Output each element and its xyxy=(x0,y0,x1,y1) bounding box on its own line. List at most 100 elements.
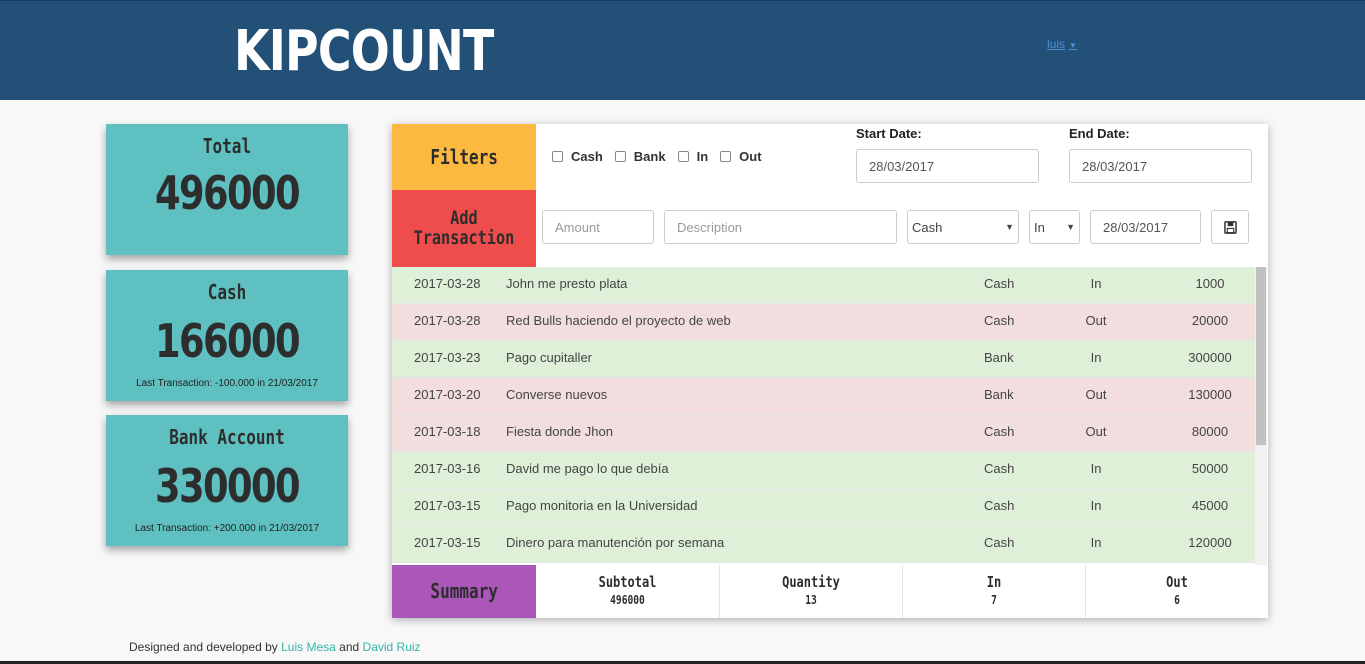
filter-bank-label: Bank xyxy=(633,149,666,164)
cash-card-last-transaction: Last Transaction: -100.000 in 21/03/2017 xyxy=(136,378,318,389)
dropdown-arrow-icon: ▼ xyxy=(1066,222,1075,232)
summary-in: In 7 xyxy=(902,565,1085,618)
dropdown-arrow-icon: ▼ xyxy=(1005,222,1014,232)
summary-subtotal-value: 496000 xyxy=(610,593,645,607)
filter-cash-checkbox[interactable] xyxy=(552,151,563,162)
table-row[interactable]: 2017-03-23 Pago cupitaller Bank In 300000 xyxy=(392,341,1255,378)
save-button[interactable] xyxy=(1211,210,1249,244)
table-row[interactable]: 2017-03-16 David me pago lo que debía Cash… xyxy=(392,452,1255,489)
footer-joiner: and xyxy=(335,640,363,654)
user-menu[interactable]: luis ▼ xyxy=(1047,37,1077,51)
row-direction: Out xyxy=(1085,387,1107,402)
table-row[interactable]: 2017-03-18 Fiesta donde Jhon Cash Out 80000 xyxy=(392,415,1255,452)
row-amount: 130000 xyxy=(1188,387,1232,402)
row-amount: 50000 xyxy=(1191,461,1229,476)
bank-card-last-transaction: Last Transaction: +200.000 in 21/03/2017 xyxy=(134,523,320,534)
start-date-label: Start Date: xyxy=(856,126,922,141)
row-description: Fiesta donde Jhon xyxy=(506,424,613,439)
row-amount: 80000 xyxy=(1191,424,1229,439)
summary-out: Out 6 xyxy=(1085,565,1268,618)
description-input[interactable]: Description xyxy=(664,210,897,244)
direction-select-value: In xyxy=(1034,219,1045,235)
summary-quantity-value: 13 xyxy=(805,593,817,607)
summary-label: Summary xyxy=(392,565,536,618)
top-header: KIPCOUNT luis ▼ xyxy=(0,0,1365,100)
row-description: Converse nuevos xyxy=(506,387,608,402)
total-card-title: Total xyxy=(202,134,252,158)
table-row[interactable]: 2017-03-28 John me presto plata Cash In 1000 xyxy=(392,267,1255,304)
row-direction: In xyxy=(1090,498,1102,513)
row-source: Cash xyxy=(984,498,1015,513)
start-date-input[interactable]: 28/03/2017 xyxy=(856,149,1039,183)
cash-card-title: Cash xyxy=(207,280,247,304)
cash-card-value: 166000 xyxy=(154,314,301,368)
row-amount: 45000 xyxy=(1191,498,1229,513)
bank-card: Bank Account 330000 Last Transaction: +2… xyxy=(106,415,348,546)
summary-in-value: 7 xyxy=(991,593,997,607)
bank-card-value: 330000 xyxy=(154,459,301,513)
summary-subtotal-label: Subtotal xyxy=(598,573,657,591)
summary-in-label: In xyxy=(986,573,1002,591)
total-card: Total 496000 xyxy=(106,124,348,255)
table-row[interactable]: 2017-03-15 Dinero para manutención por se… xyxy=(392,526,1255,563)
total-card-value: 496000 xyxy=(154,166,301,220)
table-scrollbar-thumb[interactable] xyxy=(1256,267,1266,445)
row-description: John me presto plata xyxy=(506,276,628,291)
summary-subtotal: Subtotal 496000 xyxy=(536,565,719,618)
cash-card: Cash 166000 Last Transaction: -100.000 i… xyxy=(106,270,348,401)
row-source: Bank xyxy=(984,387,1014,402)
amount-input[interactable]: Amount xyxy=(542,210,654,244)
transactions-panel: Filters Cash Bank In Out Start Date: 28/… xyxy=(392,124,1268,618)
summary-quantity-label: Quantity xyxy=(782,573,840,591)
row-description: Pago monitoria en la Universidad xyxy=(506,498,698,513)
add-transaction-label: Add Transaction xyxy=(392,190,536,267)
row-source: Cash xyxy=(984,313,1015,328)
table-row[interactable]: 2017-03-15 Pago monitoria en la Universid… xyxy=(392,489,1255,526)
author-link-luis[interactable]: Luis Mesa xyxy=(281,640,336,654)
row-description: Dinero para manutención por semana xyxy=(506,535,725,550)
table-row[interactable]: 2017-03-28 Red Bulls haciendo el proyecto… xyxy=(392,304,1255,341)
filter-in-checkbox[interactable] xyxy=(677,151,689,162)
footer-credits: Designed and developed by Luis Mesa and … xyxy=(129,640,421,654)
source-select-value: Cash xyxy=(912,219,943,235)
row-description: Red Bulls haciendo el proyecto de web xyxy=(506,313,731,328)
row-source: Cash xyxy=(984,535,1015,550)
table-scrollbar[interactable] xyxy=(1255,267,1267,565)
end-date-label: End Date: xyxy=(1069,126,1130,141)
row-date: 2017-03-18 xyxy=(414,424,481,439)
filter-bank-checkbox[interactable] xyxy=(614,151,626,162)
row-description: Pago cupitaller xyxy=(506,350,592,365)
filter-in-label: In xyxy=(696,149,709,164)
floppy-disk-icon xyxy=(1223,220,1237,234)
table-row[interactable]: 2017-03-20 Converse nuevos Bank Out 130000 xyxy=(392,378,1255,415)
summary-out-label: Out xyxy=(1166,573,1188,591)
row-date: 2017-03-20 xyxy=(414,387,481,402)
row-date: 2017-03-15 xyxy=(414,498,481,513)
filter-out[interactable]: Out xyxy=(720,149,762,164)
row-source: Bank xyxy=(984,350,1014,365)
row-amount: 20000 xyxy=(1191,313,1229,328)
filter-bank[interactable]: Bank xyxy=(614,149,666,164)
source-select[interactable]: Cash ▼ xyxy=(907,210,1019,244)
direction-select[interactable]: In ▼ xyxy=(1029,210,1080,244)
row-date: 2017-03-15 xyxy=(414,535,481,550)
row-source: Cash xyxy=(984,424,1015,439)
user-name[interactable]: luis xyxy=(1047,37,1065,51)
summary-out-value: 6 xyxy=(1174,593,1180,607)
filter-cash-label: Cash xyxy=(571,149,603,164)
row-description: David me pago lo que debía xyxy=(506,461,669,476)
filter-in[interactable]: In xyxy=(677,149,709,164)
row-direction: In xyxy=(1090,276,1102,291)
row-date: 2017-03-28 xyxy=(414,313,481,328)
author-link-david[interactable]: David Ruiz xyxy=(363,640,421,654)
row-direction: In xyxy=(1090,535,1102,550)
row-direction: In xyxy=(1090,350,1102,365)
filter-options: Cash Bank In Out xyxy=(552,149,774,164)
row-direction: Out xyxy=(1085,313,1107,328)
row-direction: Out xyxy=(1085,424,1107,439)
filter-out-checkbox[interactable] xyxy=(720,151,732,162)
app-logo: KIPCOUNT xyxy=(234,19,494,84)
filter-cash[interactable]: Cash xyxy=(552,149,603,164)
transaction-date-input[interactable]: 28/03/2017 xyxy=(1090,210,1201,244)
end-date-input[interactable]: 28/03/2017 xyxy=(1069,149,1252,183)
